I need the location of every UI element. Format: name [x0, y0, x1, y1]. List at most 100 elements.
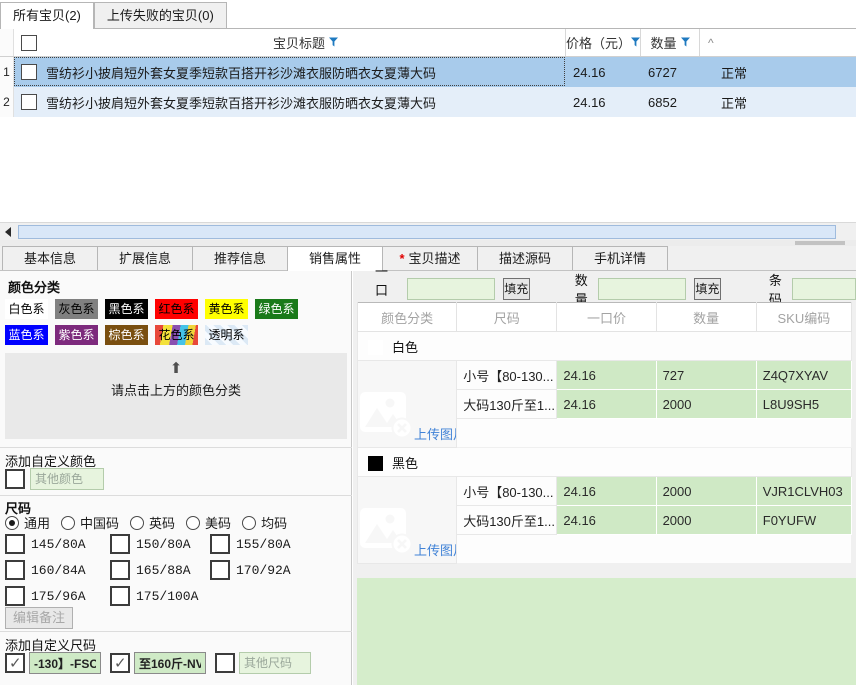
sku-price-cell[interactable]: 24.16	[557, 361, 656, 390]
hscrollbar-thumb[interactable]	[18, 225, 836, 239]
size-checkbox[interactable]	[210, 534, 230, 554]
size-checkbox[interactable]	[110, 586, 130, 606]
size-standard-option[interactable]: 通用	[5, 513, 50, 532]
sku-qty-cell[interactable]: 727	[656, 361, 756, 390]
detail-tab[interactable]: 扩展信息	[97, 246, 193, 270]
size-option[interactable]: 150/80A	[110, 534, 210, 554]
edit-note-button[interactable]: 编辑备注	[5, 607, 73, 629]
color-swatch[interactable]: 黄色系	[205, 299, 248, 319]
sku-price-cell[interactable]: 24.16	[557, 506, 656, 535]
panel-scroll-thumb[interactable]	[795, 241, 845, 245]
sku-size-cell: 大码130斤至1...	[457, 506, 557, 535]
custom-color-checkbox[interactable]	[5, 469, 25, 489]
status-column-header[interactable]: ^	[699, 29, 856, 56]
radio-button[interactable]	[242, 516, 256, 530]
product-qty-cell: 6727	[640, 57, 699, 87]
color-swatch[interactable]: 灰色系	[55, 299, 98, 319]
barcode-input[interactable]	[792, 278, 856, 300]
filter-icon[interactable]	[681, 35, 690, 50]
size-standard-option[interactable]: 均码	[242, 513, 287, 532]
sort-caret-icon[interactable]: ^	[708, 36, 714, 50]
sku-code-cell[interactable]: Z4Q7XYAV	[756, 361, 851, 390]
size-option[interactable]: 175/100A	[110, 586, 210, 606]
product-title-cell: 雪纺衫小披肩短外套女夏季短款百搭开衫沙滩衣服防晒衣女夏薄大码	[44, 87, 565, 117]
upload-image-link[interactable]: 上传图片	[414, 540, 457, 559]
fill-qty-button[interactable]: 填充	[694, 278, 721, 300]
sku-price-cell[interactable]: 24.16	[557, 477, 656, 506]
swatch-row: 白色系灰色系黑色系红色系黄色系绿色系	[5, 299, 349, 319]
size-standard-option[interactable]: 中国码	[61, 513, 119, 532]
row-checkbox[interactable]	[21, 94, 37, 110]
detail-tab[interactable]: 销售属性	[287, 246, 383, 271]
sku-code-cell[interactable]: F0YUFW	[756, 506, 851, 535]
radio-button[interactable]	[130, 516, 144, 530]
custom-size-input[interactable]	[239, 652, 311, 674]
qty-column-header[interactable]: 数量	[640, 29, 699, 56]
size-option[interactable]: 145/80A	[5, 534, 105, 554]
color-swatch[interactable]: 透明系	[205, 325, 248, 345]
fill-qty-input[interactable]	[598, 278, 686, 300]
detail-tab-label: 手机详情	[594, 251, 646, 266]
row-checkbox[interactable]	[21, 64, 37, 80]
product-list-tab[interactable]: 所有宝贝(2)	[0, 2, 94, 29]
radio-button[interactable]	[61, 516, 75, 530]
product-row[interactable]: 1雪纺衫小披肩短外套女夏季短款百搭开衫沙滩衣服防晒衣女夏薄大码24.166727…	[0, 57, 856, 87]
product-list-hscrollbar	[0, 222, 856, 240]
size-standard-label: 美码	[205, 513, 231, 532]
size-standard-option[interactable]: 英码	[130, 513, 175, 532]
size-checkbox[interactable]	[110, 560, 130, 580]
sku-row: 上传图片小号【80-130...24.162000VJR1CLVH03	[358, 477, 852, 506]
custom-size-checkbox[interactable]	[215, 653, 235, 673]
color-swatch[interactable]: 黑色系	[105, 299, 148, 319]
title-column-header[interactable]: 宝贝标题	[44, 29, 565, 56]
size-option[interactable]: 165/88A	[110, 560, 210, 580]
radio-button[interactable]	[186, 516, 200, 530]
product-list-tab[interactable]: 上传失败的宝贝(0)	[94, 2, 227, 28]
size-option[interactable]: 160/84A	[5, 560, 105, 580]
color-swatch[interactable]: 紫色系	[55, 325, 98, 345]
size-option[interactable]: 155/80A	[210, 534, 310, 554]
detail-tab[interactable]: 基本信息	[2, 246, 98, 270]
select-all-checkbox[interactable]	[21, 35, 37, 51]
size-checkbox[interactable]	[5, 586, 25, 606]
sku-code-cell[interactable]: VJR1CLVH03	[756, 477, 851, 506]
price-column-header[interactable]: 价格（元）	[565, 29, 640, 56]
size-checkbox[interactable]	[210, 560, 230, 580]
custom-size-input[interactable]	[29, 652, 101, 674]
detail-tab-label: 宝贝描述	[409, 251, 461, 266]
scroll-left-button[interactable]	[0, 223, 16, 241]
sku-price-cell[interactable]: 24.16	[557, 390, 656, 419]
custom-size-checkbox[interactable]	[110, 653, 130, 673]
sku-qty-cell[interactable]: 2000	[656, 506, 756, 535]
product-title-cell: 雪纺衫小披肩短外套女夏季短款百搭开衫沙滩衣服防晒衣女夏薄大码	[44, 57, 565, 87]
sku-qty-cell[interactable]: 2000	[656, 390, 756, 419]
filter-icon[interactable]	[329, 35, 338, 50]
detail-tab[interactable]: 推荐信息	[192, 246, 288, 270]
radio-button[interactable]	[5, 516, 19, 530]
custom-size-input[interactable]	[134, 652, 206, 674]
custom-color-input[interactable]	[30, 468, 104, 490]
color-swatch[interactable]: 白色系	[5, 299, 48, 319]
color-swatch[interactable]: 蓝色系	[5, 325, 48, 345]
sku-column-header: SKU编码	[756, 303, 851, 332]
detail-tab[interactable]: 描述源码	[477, 246, 573, 270]
fill-price-button[interactable]: 填充	[503, 278, 530, 300]
fill-price-input[interactable]	[407, 278, 495, 300]
filter-icon[interactable]	[631, 35, 640, 50]
size-option[interactable]: 175/96A	[5, 586, 105, 606]
sku-code-cell[interactable]: L8U9SH5	[756, 390, 851, 419]
color-swatch[interactable]: 绿色系	[255, 299, 298, 319]
color-swatch[interactable]: 花色系	[155, 325, 198, 345]
sku-qty-cell[interactable]: 2000	[656, 477, 756, 506]
size-checkbox[interactable]	[110, 534, 130, 554]
color-swatch[interactable]: 棕色系	[105, 325, 148, 345]
custom-size-checkbox[interactable]	[5, 653, 25, 673]
size-option[interactable]: 170/92A	[210, 560, 310, 580]
upload-image-link[interactable]: 上传图片	[414, 424, 457, 443]
size-checkbox[interactable]	[5, 560, 25, 580]
color-swatch[interactable]: 红色系	[155, 299, 198, 319]
size-checkbox[interactable]	[5, 534, 25, 554]
detail-tab[interactable]: 手机详情	[572, 246, 668, 270]
size-standard-option[interactable]: 美码	[186, 513, 231, 532]
product-row[interactable]: 2雪纺衫小披肩短外套女夏季短款百搭开衫沙滩衣服防晒衣女夏薄大码24.166852…	[0, 87, 856, 117]
